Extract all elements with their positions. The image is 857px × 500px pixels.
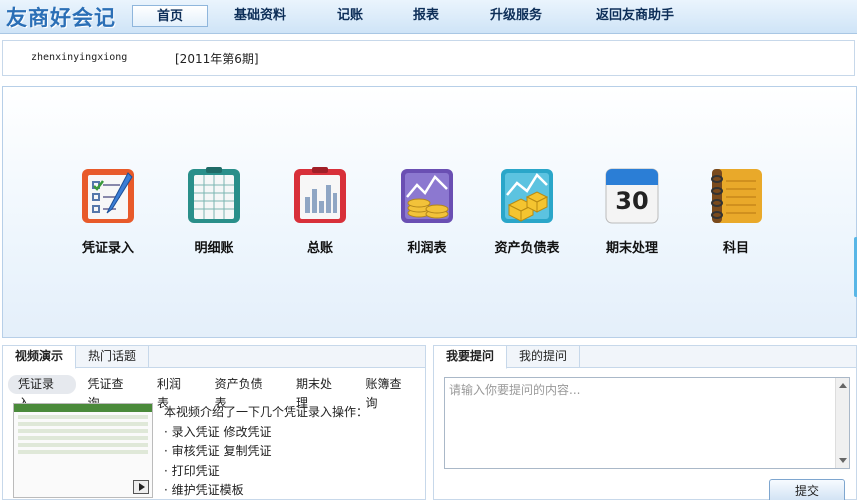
tile-label: 明细账: [194, 241, 234, 256]
username: zhenxinyingxiong: [31, 52, 128, 63]
subtab-profit-statement[interactable]: 利润表: [147, 375, 203, 410]
submit-button[interactable]: 提交: [769, 479, 845, 500]
list-item: 录入凭证 修改凭证: [164, 423, 368, 443]
play-icon[interactable]: [133, 480, 149, 494]
tab-ask-question[interactable]: 我要提问: [434, 346, 508, 369]
nav-home[interactable]: 首页: [132, 5, 208, 27]
tile-label: 期末处理: [605, 241, 658, 256]
video-panel-tabs: 视频演示 热门话题: [3, 346, 425, 369]
accounting-period: [2011年第6期]: [175, 52, 259, 66]
subtab-voucher-query[interactable]: 凭证查询: [78, 375, 146, 410]
subtab-voucher-entry[interactable]: 凭证录入: [8, 375, 76, 410]
tile-balance-sheet[interactable]: 资产负债表: [477, 167, 577, 256]
video-thumb-row: [18, 443, 148, 447]
tab-video-demo[interactable]: 视频演示: [3, 346, 77, 369]
calendar-day-text: 30: [615, 187, 649, 215]
balance-sheet-icon: [499, 167, 555, 225]
tile-accounts[interactable]: 科目: [686, 167, 786, 256]
question-scrollbar[interactable]: [835, 378, 849, 468]
video-subtabs: 凭证录入 凭证查询 利润表 资产负债表 期末处理 账簿查询: [8, 375, 425, 410]
tile-period-end[interactable]: 30 期末处理: [582, 167, 682, 256]
question-panel-tabs: 我要提问 我的提问: [434, 346, 856, 369]
voucher-entry-icon: [80, 167, 136, 225]
detail-ledger-icon: [186, 167, 242, 225]
tile-voucher-entry[interactable]: 凭证录入: [58, 167, 158, 256]
question-input[interactable]: [445, 378, 835, 468]
video-thumbnail[interactable]: [13, 403, 153, 498]
tile-label: 资产负债表: [494, 241, 560, 256]
question-panel: 我要提问 我的提问 提交: [433, 345, 857, 500]
scroll-down-icon[interactable]: [839, 458, 847, 463]
nav-back-to-assistant[interactable]: 返回友商助手: [568, 5, 702, 27]
tile-detail-ledger[interactable]: 明细账: [164, 167, 264, 256]
list-item: 维护凭证模板: [164, 481, 368, 500]
general-ledger-icon: [292, 167, 348, 225]
notebook-icon: [708, 167, 764, 225]
subtab-period-end[interactable]: 期末处理: [286, 375, 354, 410]
nav-reports[interactable]: 报表: [388, 5, 464, 27]
video-thumb-row: [18, 436, 148, 440]
video-thumb-header: [14, 404, 152, 412]
main-nav: 首页 基础资料 记账 报表 升级服务 返回友商助手: [132, 5, 702, 27]
top-nav-bar: 友商好会记 首页 基础资料 记账 报表 升级服务 返回友商助手: [0, 0, 857, 34]
video-thumb-row: [18, 422, 148, 426]
app-logo[interactable]: 友商好会记: [6, 2, 116, 32]
nav-basic-data[interactable]: 基础资料: [208, 5, 312, 27]
tile-label: 凭证录入: [81, 241, 134, 256]
video-thumb-row: [18, 429, 148, 433]
tile-label: 科目: [722, 241, 749, 256]
video-thumb-row: [18, 415, 148, 419]
tile-general-ledger[interactable]: 总账: [270, 167, 370, 256]
calendar-icon: 30: [604, 167, 660, 225]
scroll-up-icon[interactable]: [839, 383, 847, 388]
list-item: 打印凭证: [164, 462, 368, 482]
tab-my-questions[interactable]: 我的提问: [507, 346, 581, 368]
user-info-bar: zhenxinyingxiong [2011年第6期]: [2, 40, 855, 76]
list-item: 审核凭证 复制凭证: [164, 442, 368, 462]
video-panel: 视频演示 热门话题 凭证录入 凭证查询 利润表 资产负债表 期末处理 账簿查询 …: [2, 345, 426, 500]
profit-statement-icon: [399, 167, 455, 225]
video-description: 本视频介绍了一下几个凭证录入操作： 录入凭证 修改凭证 审核凭证 复制凭证 打印…: [164, 403, 368, 500]
tile-label: 利润表: [407, 241, 447, 256]
question-box: [444, 377, 850, 469]
video-intro: 本视频介绍了一下几个凭证录入操作：: [164, 405, 369, 419]
nav-bookkeeping[interactable]: 记账: [312, 5, 388, 27]
tab-hot-topics[interactable]: 热门话题: [76, 346, 150, 368]
tile-label: 总账: [306, 241, 333, 256]
subtab-ledger-query[interactable]: 账簿查询: [356, 375, 424, 410]
tile-profit-statement[interactable]: 利润表: [377, 167, 477, 256]
nav-upgrade-service[interactable]: 升级服务: [464, 5, 568, 27]
video-thumb-row: [18, 450, 148, 454]
function-panel: 凭证录入 明细账 总账 利润表 资产负债表 30 期末处理 科目: [2, 86, 857, 338]
subtab-balance-sheet[interactable]: 资产负债表: [205, 375, 284, 410]
